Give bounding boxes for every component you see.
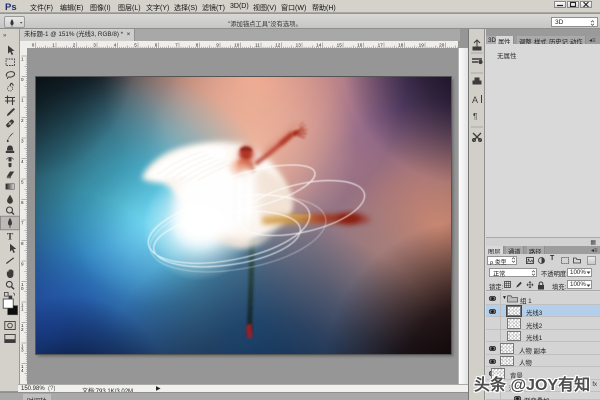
svg-text:13: 13 (296, 43, 302, 48)
svg-text:6: 6 (155, 43, 158, 48)
svg-text:11: 11 (255, 43, 260, 48)
svg-text:3: 3 (21, 348, 24, 353)
svg-text:10: 10 (234, 43, 240, 48)
svg-text:19: 19 (419, 43, 425, 48)
svg-text:0: 0 (32, 43, 35, 48)
svg-text:T: T (7, 233, 14, 243)
svg-text:3: 3 (93, 43, 96, 48)
svg-text:8: 8 (196, 43, 199, 48)
svg-text:4: 4 (21, 368, 24, 373)
svg-text:4: 4 (114, 43, 117, 48)
svg-text:1: 1 (21, 98, 24, 103)
svg-text:0: 0 (21, 77, 24, 82)
svg-text:1: 1 (21, 57, 24, 62)
svg-text:7: 7 (175, 43, 178, 48)
svg-text:3: 3 (21, 139, 24, 144)
svg-text:17: 17 (378, 43, 384, 48)
svg-text:9: 9 (21, 262, 24, 267)
svg-text:6: 6 (21, 200, 24, 205)
svg-text:12: 12 (275, 43, 281, 48)
svg-text:18: 18 (398, 43, 404, 48)
svg-text:14: 14 (316, 43, 322, 48)
svg-text:9: 9 (216, 43, 219, 48)
svg-text:5: 5 (134, 43, 137, 48)
svg-text:2: 2 (21, 327, 24, 332)
svg-text:16: 16 (357, 43, 363, 48)
svg-text:A: A (472, 95, 478, 105)
svg-text:0: 0 (21, 286, 24, 291)
svg-text:4: 4 (21, 159, 24, 164)
svg-text:2: 2 (21, 118, 24, 123)
svg-text:1: 1 (52, 43, 55, 48)
svg-text:1: 1 (21, 307, 24, 312)
svg-text:7: 7 (21, 221, 24, 226)
svg-text:8: 8 (21, 241, 24, 246)
svg-text:20: 20 (439, 43, 445, 48)
svg-text:2: 2 (73, 43, 76, 48)
svg-text:5: 5 (21, 180, 24, 185)
svg-text:»: » (3, 33, 7, 39)
svg-text:¶: ¶ (473, 112, 477, 121)
svg-text:15: 15 (337, 43, 343, 48)
